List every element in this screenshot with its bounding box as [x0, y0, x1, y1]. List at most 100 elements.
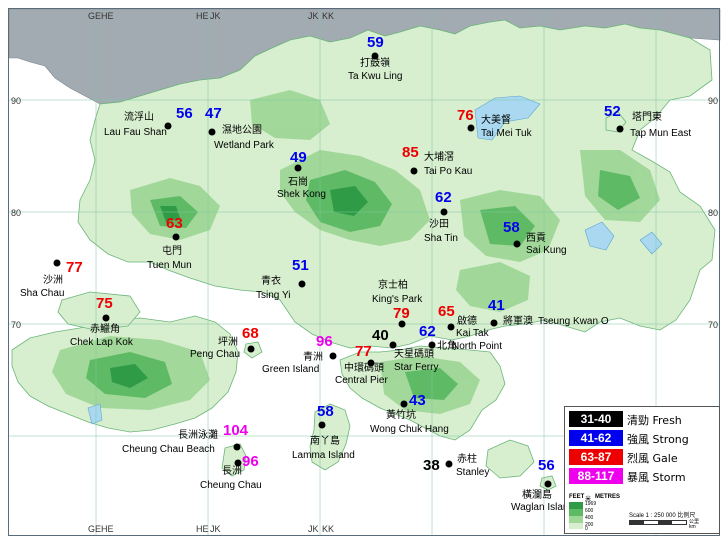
legend-cn-strong: 強風 — [627, 433, 649, 446]
elevation-scale: FEET 米 METRES 1969 600 400 200 0 0 1968 … — [569, 494, 717, 532]
legend-cn-storm: 暴風 — [627, 471, 649, 484]
gust-value-tseung-kwan-o: 41 — [488, 297, 505, 314]
gust-value-lamma-island: 58 — [317, 403, 334, 420]
legend-en-storm: Storm — [652, 471, 686, 484]
station-marker-tai-mei-tuk — [467, 124, 475, 132]
station-name-en-kai-tak: Kai Tak — [456, 328, 489, 339]
elev-level-1: 1969 — [585, 501, 597, 507]
grid-label-left-2: 80 — [11, 208, 22, 218]
station-name-cn-sha-tin: 沙田 — [429, 219, 449, 230]
grid-label-left-1: 90 — [11, 96, 22, 106]
station-marker-tsing-yi — [298, 280, 306, 288]
gust-value-cheung-chau: 96 — [242, 453, 259, 470]
legend-cn-fresh: 清勁 — [627, 414, 649, 427]
gust-value-tap-mun-east: 52 — [604, 103, 621, 120]
legend-en-gale: Gale — [652, 452, 678, 465]
legend-en-fresh: Fresh — [652, 414, 682, 427]
gust-value-sha-chau: 77 — [66, 259, 83, 276]
station-name-en-tai-po-kau: Tai Po Kau — [424, 166, 473, 177]
station-name-cn-kai-tak: 啟德 — [457, 316, 477, 327]
station-name-en-sai-kung: Sai Kung — [526, 245, 567, 256]
station-name-en-tuen-mun: Tuen Mun — [147, 260, 192, 271]
legend-en-strong: Strong — [652, 433, 689, 446]
station-name-cn-tap-mun-east: 塔門東 — [632, 112, 662, 123]
station-marker-north-point — [428, 341, 436, 349]
gust-value-kings-park: 79 — [393, 305, 410, 322]
station-name-en-green-island: Green Island — [262, 364, 320, 375]
station-name-cn-wong-chuk-hang: 黃竹坑 — [386, 410, 416, 421]
station-name-en-stanley: Stanley — [456, 467, 490, 478]
grid-label-right-2: 80 — [708, 208, 719, 218]
station-name-en-shek-kong: Shek Kong — [277, 189, 326, 200]
legend-swatch-fresh: 31-40 — [569, 411, 623, 427]
station-name-en-sha-chau: Sha Chau — [20, 288, 65, 299]
grid-label-bottom-5: JK — [308, 524, 319, 534]
station-marker-sha-tin — [440, 208, 448, 216]
station-marker-tai-po-kau — [410, 167, 418, 175]
gust-value-ta-kwu-ling: 59 — [367, 34, 384, 51]
gust-value-sha-tin: 62 — [435, 189, 452, 206]
grid-label-top-4: JK — [210, 11, 221, 21]
station-name-cn-lamma-island: 南丫島 — [310, 436, 340, 447]
gust-value-kai-tak: 65 — [438, 303, 455, 320]
scale-bar — [629, 520, 687, 525]
station-marker-lamma-island — [318, 421, 326, 429]
elev-level-3: 400 — [585, 515, 594, 521]
scale-ratio: Scale 1 : 250 000 — [629, 513, 676, 519]
station-name-cn-shek-kong: 石崗 — [288, 177, 308, 188]
station-marker-chek-lap-kok — [102, 314, 110, 322]
gust-value-green-island: 96 — [316, 333, 333, 350]
gust-value-central-pier: 77 — [355, 343, 372, 360]
gust-value-shek-kong: 49 — [290, 149, 307, 166]
gust-value-lau-fau-shan: 56 — [176, 105, 193, 122]
station-marker-kai-tak — [447, 323, 455, 331]
station-name-cn-star-ferry: 天星碼頭 — [394, 349, 434, 360]
grid-label-left-3: 70 — [11, 320, 22, 330]
station-name-cn-tseung-kwan-o: 將軍澳 — [503, 316, 533, 327]
station-name-cn-tuen-mun: 屯門 — [162, 246, 182, 257]
station-name-cn-chek-lap-kok: 赤鱲角 — [90, 324, 120, 335]
grid-label-top-2: HE — [101, 11, 114, 21]
gust-value-wetland-park: 47 — [205, 105, 222, 122]
gust-value-tuen-mun: 63 — [166, 215, 183, 232]
gust-value-star-ferry: 40 — [372, 327, 389, 344]
station-name-en-ta-kwu-ling: Ta Kwu Ling — [348, 71, 403, 82]
gust-value-tsing-yi: 51 — [292, 257, 309, 274]
station-name-en-cheung-chau: Cheung Chau — [200, 480, 262, 491]
legend-label-storm: 暴風 Storm — [627, 469, 686, 485]
gust-value-north-point: 62 — [419, 323, 436, 340]
elev-level-5: 0 — [585, 526, 588, 532]
station-name-en-tap-mun-east: Tap Mun East — [630, 128, 692, 139]
legend-swatch-gale: 63-87 — [569, 449, 623, 465]
station-name-en-kings-park: King's Park — [372, 294, 423, 305]
legend-label-strong: 強風 Strong — [627, 431, 689, 447]
station-name-cn-peng-chau: 坪洲 — [218, 337, 238, 348]
station-marker-star-ferry — [389, 341, 397, 349]
grid-label-bottom-1: GE — [88, 524, 102, 534]
grid-label-bottom-4: JK — [210, 524, 221, 534]
gust-value-sai-kung: 58 — [503, 219, 520, 236]
elev-swatch-low — [569, 523, 583, 529]
gust-value-wong-chuk-hang: 43 — [409, 392, 426, 409]
elev-swatch-high — [569, 509, 583, 516]
station-marker-wetland-park — [208, 128, 216, 136]
gust-value-tai-po-kau: 85 — [402, 144, 419, 161]
station-name-cn-tai-po-kau: 大埔滘 — [424, 152, 454, 163]
station-name-en-lau-fau-shan: Lau Fau Shan — [104, 127, 167, 138]
gust-value-waglan-island: 56 — [538, 457, 555, 474]
legend: 31-40 清勁 Fresh 41-62 強風 Strong 63-87 烈風 … — [564, 406, 720, 534]
gust-value-peng-chau: 68 — [242, 325, 259, 342]
station-name-en-peng-chau: Peng Chau — [190, 349, 241, 360]
station-marker-waglan-island — [544, 480, 552, 488]
grid-label-top-1: GE — [88, 11, 102, 21]
station-name-cn-stanley: 赤柱 — [457, 454, 477, 465]
station-name-en-wong-chuk-hang: Wong Chuk Hang — [370, 424, 449, 435]
station-name-cn-tai-mei-tuk: 大美督 — [481, 115, 511, 126]
grid-label-bottom-3: HE — [196, 524, 209, 534]
station-marker-sha-chau — [53, 259, 61, 267]
station-name-en-star-ferry: Star Ferry — [394, 362, 439, 373]
legend-label-fresh: 清勁 Fresh — [627, 412, 682, 428]
scale-text: Scale 1 : 250 000 比例尺 — [629, 510, 695, 519]
grid-label-bottom-2: HE — [101, 524, 114, 534]
station-name-cn-sai-kung: 西貢 — [526, 233, 546, 244]
